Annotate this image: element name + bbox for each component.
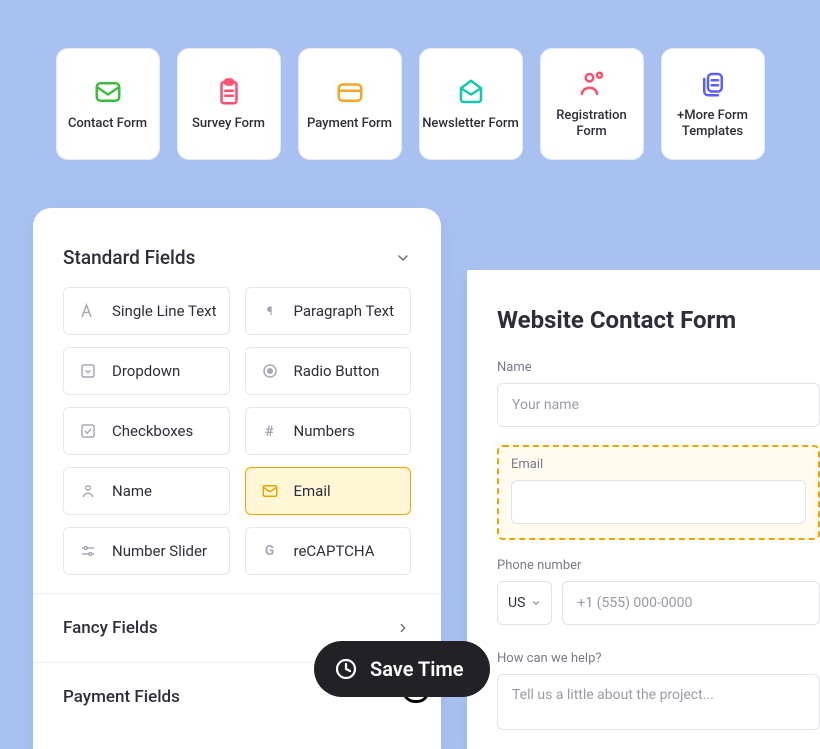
template-card-contact-form[interactable]: Contact Form [56, 48, 160, 160]
section-title: Fancy Fields [63, 618, 158, 638]
form-title: Website Contact Form [497, 306, 820, 334]
copy-icon [697, 68, 729, 100]
template-label: Survey Form [192, 116, 265, 132]
person-icon [76, 479, 100, 503]
chevron-down-icon [395, 250, 411, 266]
field-name[interactable]: Name [63, 467, 230, 515]
template-card-survey-form[interactable]: Survey Form [177, 48, 281, 160]
field-dropdown[interactable]: Dropdown [63, 347, 230, 395]
slider-icon [76, 539, 100, 563]
phone-input[interactable]: +1 (555) 000-0000 [562, 581, 820, 625]
phone-country-value: US [508, 595, 525, 611]
field-label: Number Slider [112, 542, 207, 560]
field-label: Checkboxes [112, 422, 193, 440]
email-label: Email [511, 457, 806, 472]
template-label: Newsletter Form [422, 116, 519, 132]
template-card-newsletter-form[interactable]: Newsletter Form [419, 48, 523, 160]
field-help: How can we help? Tell us a little about … [497, 651, 820, 730]
clock-icon [334, 657, 358, 681]
clipboard-icon [213, 76, 245, 108]
name-input[interactable]: Your name [497, 383, 820, 427]
user-icon [576, 68, 608, 100]
template-label: +More Form Templates [662, 108, 764, 141]
help-label: How can we help? [497, 651, 820, 666]
field-paragraph-text[interactable]: ¶ Paragraph Text [245, 287, 412, 335]
field-numbers[interactable]: # Numbers [245, 407, 412, 455]
template-label: Payment Form [307, 116, 392, 132]
field-label: Radio Button [294, 362, 380, 380]
card-icon [334, 76, 366, 108]
field-label: Single Line Text [112, 302, 217, 320]
email-input[interactable] [511, 480, 806, 524]
template-cards-row: Contact Form Survey Form Payment Form Ne… [43, 48, 777, 160]
field-recaptcha[interactable]: G reCAPTCHA [245, 527, 412, 575]
section-title: Payment Fields [63, 687, 180, 707]
fields-grid: Single Line Text ¶ Paragraph Text Dropdo… [33, 287, 441, 593]
hash-icon: # [258, 419, 282, 443]
radio-icon [258, 359, 282, 383]
recaptcha-icon: G [258, 539, 282, 563]
paragraph-icon: ¶ [258, 299, 282, 323]
envelope-icon [455, 76, 487, 108]
chevron-right-icon [395, 620, 411, 636]
chevron-down-icon [531, 598, 541, 608]
help-placeholder: Tell us a little about the project... [512, 687, 714, 703]
save-time-pill[interactable]: Save Time [314, 641, 490, 697]
checkbox-icon [76, 419, 100, 443]
field-label: reCAPTCHA [294, 542, 375, 560]
field-radio-button[interactable]: Radio Button [245, 347, 412, 395]
field-label: Email [294, 482, 331, 500]
field-number-slider[interactable]: Number Slider [63, 527, 230, 575]
name-label: Name [497, 360, 820, 375]
section-title: Standard Fields [63, 246, 195, 269]
section-standard-fields[interactable]: Standard Fields [33, 208, 441, 287]
field-label: Name [112, 482, 152, 500]
text-icon [76, 299, 100, 323]
phone-label: Phone number [497, 558, 820, 573]
field-email[interactable]: Email [245, 467, 412, 515]
field-name: Name Your name [497, 360, 820, 427]
help-textarea[interactable]: Tell us a little about the project... [497, 674, 820, 730]
phone-country-select[interactable]: US [497, 581, 552, 625]
template-label: Contact Form [68, 116, 147, 132]
pill-label: Save Time [370, 657, 464, 681]
dropdown-icon [76, 359, 100, 383]
mail-icon [258, 479, 282, 503]
template-card-registration-form[interactable]: Registration Form [540, 48, 644, 160]
template-card-more-templates[interactable]: +More Form Templates [661, 48, 765, 160]
template-card-payment-form[interactable]: Payment Form [298, 48, 402, 160]
template-label: Registration Form [541, 108, 643, 141]
mail-icon [92, 76, 124, 108]
field-label: Dropdown [112, 362, 180, 380]
field-label: Paragraph Text [294, 302, 395, 320]
form-preview: Website Contact Form Name Your name Emai… [467, 270, 820, 749]
field-single-line-text[interactable]: Single Line Text [63, 287, 230, 335]
name-placeholder: Your name [512, 397, 579, 413]
field-label: Numbers [294, 422, 355, 440]
phone-placeholder: +1 (555) 000-0000 [577, 595, 692, 611]
field-phone: Phone number US +1 (555) 000-0000 [497, 558, 820, 625]
email-dropzone[interactable]: Email [497, 445, 820, 540]
field-checkboxes[interactable]: Checkboxes [63, 407, 230, 455]
